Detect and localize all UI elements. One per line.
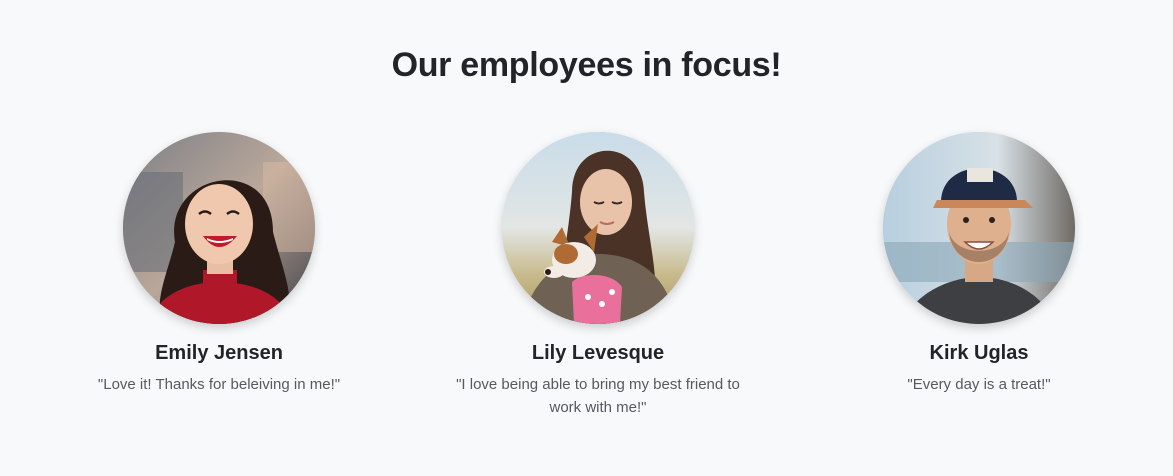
testimonials-section: Our employees in focus! Emily Jensen "Lo… xyxy=(0,0,1173,476)
employee-name: Lily Levesque xyxy=(531,342,665,364)
employee-name: Kirk Uglas xyxy=(929,342,1029,364)
section-title: Our employees in focus! xyxy=(391,46,782,84)
employee-quote: "Love it! Thanks for beleiving in me!" xyxy=(97,376,341,393)
employee-quote: "I love being able to bring my best frie… xyxy=(456,376,740,416)
employee-card: Kirk Uglas "Every day is a treat!" xyxy=(809,132,1149,396)
employee-card: Emily Jensen "Love it! Thanks for beleiv… xyxy=(49,132,389,396)
employee-name: Emily Jensen xyxy=(155,342,283,364)
employee-quote: "Every day is a treat!" xyxy=(907,376,1051,393)
employee-photo xyxy=(123,132,315,324)
employee-card: Lily Levesque "I love being able to brin… xyxy=(428,132,768,419)
employee-photo xyxy=(502,132,694,324)
employee-photo xyxy=(883,132,1075,324)
